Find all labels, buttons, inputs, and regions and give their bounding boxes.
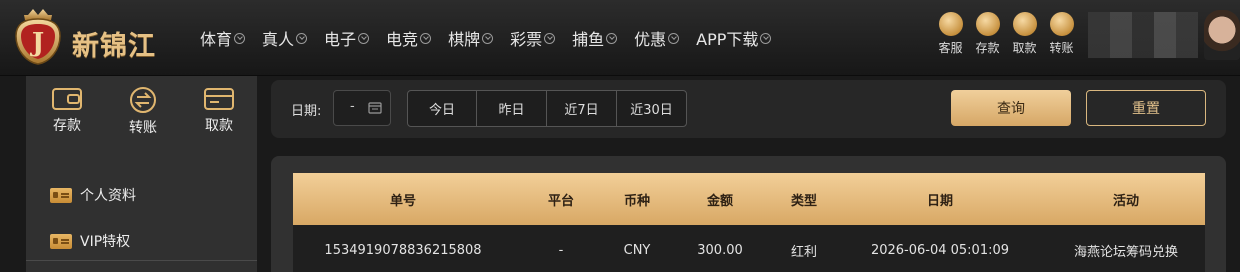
nav-item-esports[interactable]: 电竞	[386, 26, 432, 50]
nav-item-live[interactable]: 真人	[262, 26, 308, 50]
chevron-down-icon	[482, 32, 494, 44]
date-label: 日期:	[291, 104, 322, 119]
nav-item-fishing[interactable]: 捕鱼	[572, 26, 618, 50]
id-card-icon	[50, 187, 72, 203]
header-withdraw-button[interactable]: 取款	[1006, 12, 1043, 56]
range-yesterday-button[interactable]: 昨日	[476, 90, 547, 127]
wallet-icon	[52, 88, 82, 110]
nav-label: APP下载	[696, 30, 759, 49]
nav-label: 电竞	[386, 30, 419, 49]
column-header: 单号	[389, 193, 416, 209]
activity-cell: 海燕论坛筹码兑换	[1073, 244, 1178, 260]
sidebar-quick-actions: 存款 转账 取款	[26, 86, 257, 137]
chevron-down-icon	[420, 32, 432, 44]
sidebar-divider	[26, 260, 257, 261]
nav-item-chess[interactable]: 棋牌	[448, 26, 494, 50]
column-header: 平台	[547, 193, 574, 209]
chevron-down-icon	[234, 32, 246, 44]
svg-text:J: J	[30, 28, 44, 58]
sidebar-quick-label: 转账	[129, 120, 157, 136]
sidebar-quick-label: 取款	[205, 118, 233, 134]
card-icon	[204, 88, 234, 110]
sidebar-item-profile[interactable]: 个人资料	[50, 172, 136, 218]
nav-label: 捕鱼	[572, 30, 605, 49]
action-label: 存款	[975, 41, 1000, 55]
vip-card-icon	[50, 233, 72, 249]
reset-button[interactable]: 重置	[1086, 90, 1206, 126]
nav-item-sports[interactable]: 体育	[200, 26, 246, 50]
platform-cell: -	[558, 242, 564, 258]
column-header: 类型	[790, 193, 817, 209]
nav-label: 电子	[324, 30, 357, 49]
brand-name: 新锦江	[72, 31, 156, 62]
table-header: 单号 平台 币种 金额 类型 日期 活动	[293, 173, 1205, 225]
records-table: 单号 平台 币种 金额 类型 日期 活动 1534919078836215808…	[293, 173, 1205, 272]
headset-icon	[938, 12, 963, 36]
currency-cell: CNY	[623, 242, 651, 258]
main-nav: 体育 真人 电子 电竞 棋牌 彩票 捕鱼 优惠 APP下载	[200, 26, 788, 50]
header-deposit-button[interactable]: 存款	[969, 12, 1006, 56]
query-button[interactable]: 查询	[951, 90, 1071, 126]
records-panel: 单号 平台 币种 金额 类型 日期 活动 1534919078836215808…	[271, 156, 1226, 272]
nav-item-lottery[interactable]: 彩票	[510, 26, 556, 50]
nav-label: 真人	[262, 30, 295, 49]
customer-service-button[interactable]: 客服	[932, 12, 969, 56]
date-range-input[interactable]: -	[333, 90, 391, 126]
action-label: 取款	[1012, 41, 1037, 55]
type-cell: 红利	[790, 244, 817, 260]
sidebar-withdraw-button[interactable]: 取款	[181, 86, 257, 137]
chevron-down-icon	[760, 32, 772, 44]
range-30days-button[interactable]: 近30日	[616, 90, 687, 127]
action-label: 转账	[1049, 41, 1074, 55]
chevron-down-icon	[668, 32, 680, 44]
column-header: 日期	[926, 193, 953, 209]
sidebar-item-label: VIP特权	[80, 234, 131, 250]
nav-label: 优惠	[634, 30, 667, 49]
chevron-down-icon	[358, 32, 370, 44]
nav-label: 棋牌	[448, 30, 481, 49]
chevron-down-icon	[296, 32, 308, 44]
sidebar-quick-label: 存款	[53, 118, 81, 134]
amount-cell: 300.00	[697, 242, 743, 258]
date-cell: 2026-06-04 05:01:09	[870, 242, 1010, 258]
brand-logo[interactable]: J 新锦江	[10, 6, 175, 68]
top-header: J 新锦江 体育 真人 电子 电竞 棋牌 彩票 捕鱼 优惠 APP下载 客服 存…	[0, 0, 1240, 76]
blurred-username	[1088, 12, 1198, 58]
range-today-button[interactable]: 今日	[407, 90, 477, 127]
sidebar: 存款 转账 取款 个人资料 VIP特权	[26, 76, 257, 272]
deposit-card-icon	[975, 12, 1000, 36]
nav-item-promotions[interactable]: 优惠	[634, 26, 680, 50]
calendar-icon	[368, 102, 382, 114]
withdraw-icon	[1012, 12, 1037, 36]
filter-bar: 日期: - 今日 昨日 近7日 近30日 查询 重置	[271, 80, 1226, 138]
sidebar-item-vip[interactable]: VIP特权	[50, 218, 136, 264]
order-number-cell: 1534919078836215808	[324, 242, 482, 258]
sidebar-menu: 个人资料 VIP特权	[50, 172, 136, 264]
header-transfer-button[interactable]: 转账	[1043, 12, 1080, 56]
nav-item-app-download[interactable]: APP下载	[696, 26, 772, 50]
range-7days-button[interactable]: 近7日	[546, 90, 617, 127]
column-header: 活动	[1112, 193, 1139, 209]
sidebar-item-label: 个人资料	[80, 188, 136, 204]
sidebar-transfer-button[interactable]: 转账	[105, 86, 181, 137]
avatar[interactable]	[1204, 10, 1240, 60]
nav-label: 彩票	[510, 30, 543, 49]
transfer-circle-icon	[130, 87, 156, 113]
sidebar-deposit-button[interactable]: 存款	[29, 86, 105, 137]
column-header: 币种	[623, 193, 650, 209]
column-header: 金额	[706, 193, 733, 209]
date-value: -	[350, 99, 355, 114]
nav-item-slots[interactable]: 电子	[324, 26, 370, 50]
chevron-down-icon	[606, 32, 618, 44]
transfer-icon	[1049, 12, 1074, 36]
date-range-buttons: 今日 昨日 近7日 近30日	[407, 90, 687, 127]
table-row: 1534919078836215808 - CNY 300.00 红利 2026…	[293, 225, 1205, 272]
chevron-down-icon	[544, 32, 556, 44]
nav-label: 体育	[200, 30, 233, 49]
header-actions: 客服 存款 取款 转账	[932, 12, 1080, 56]
action-label: 客服	[938, 41, 963, 55]
